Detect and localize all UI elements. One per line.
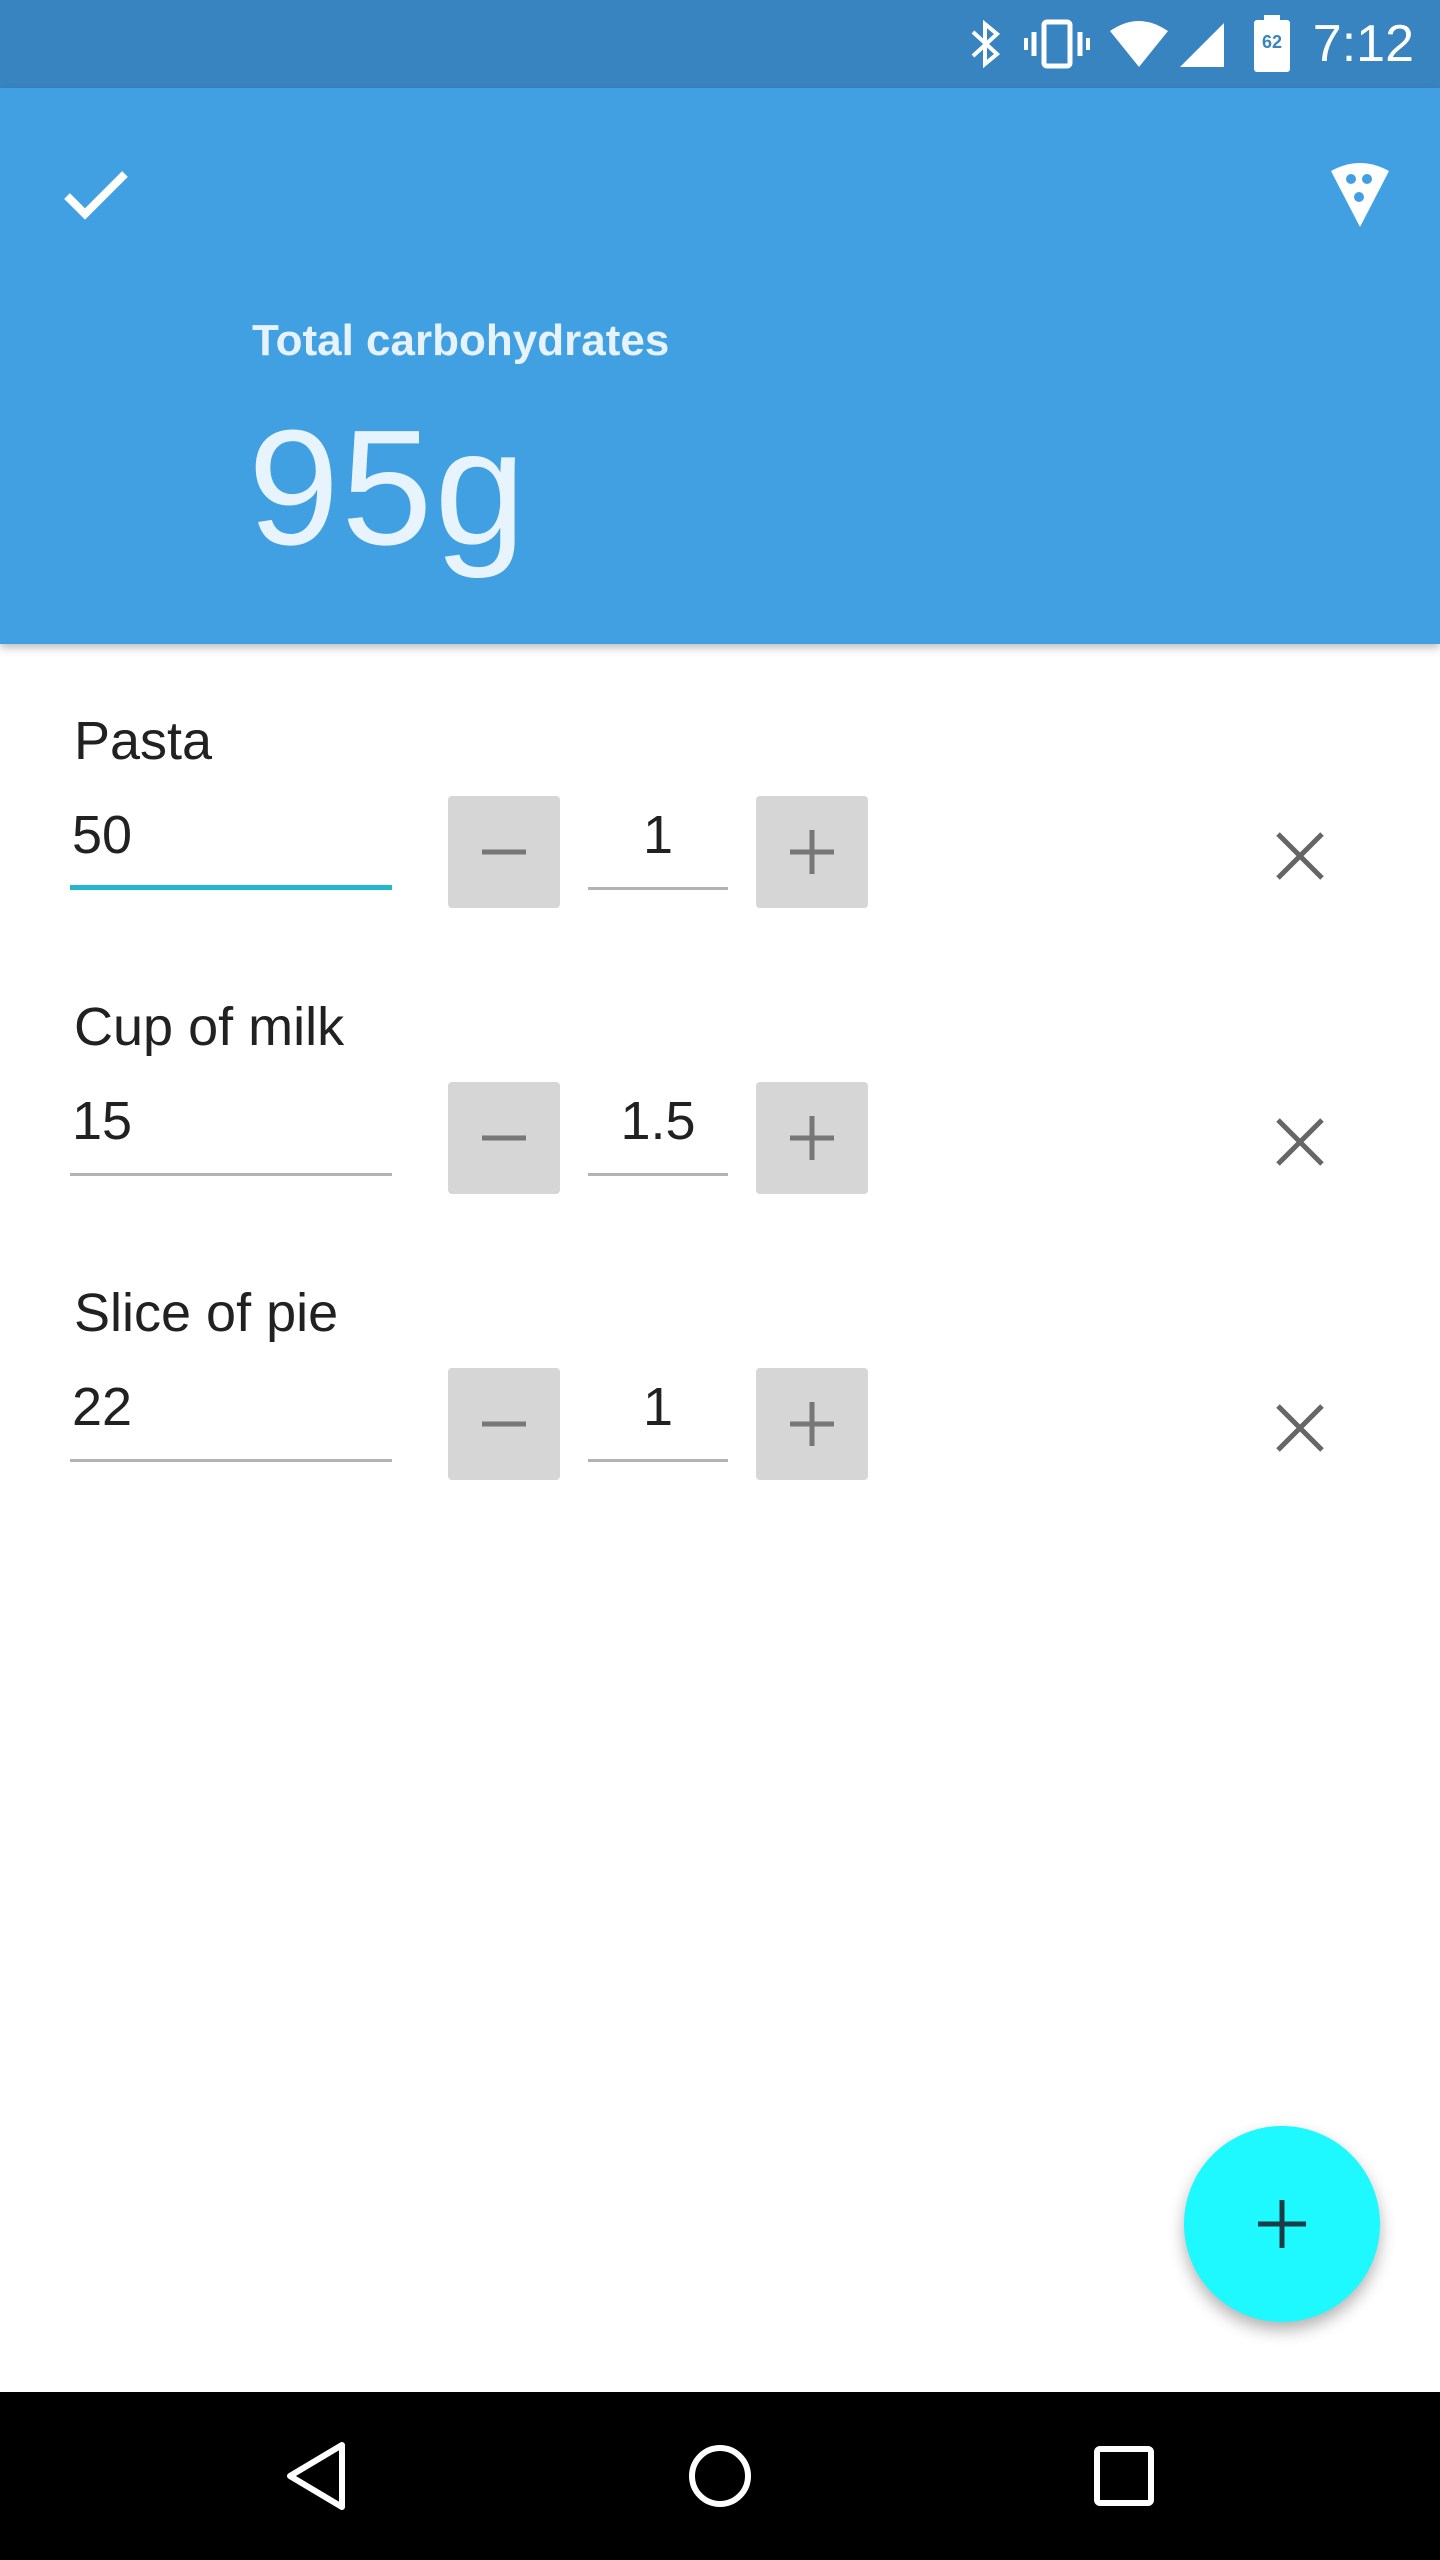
carbs-input[interactable]: 15: [70, 1080, 392, 1176]
close-icon: [1276, 1404, 1324, 1452]
navigation-bar: [0, 2392, 1440, 2560]
food-name: Slice of pie: [74, 1283, 339, 1343]
total-carbs-value: 95g: [248, 396, 528, 579]
increase-quantity-button[interactable]: [756, 1082, 868, 1194]
close-icon: [1276, 832, 1324, 880]
plus-icon: [790, 1402, 834, 1446]
wifi-icon: [1108, 14, 1170, 74]
recents-icon: [1094, 2446, 1154, 2506]
remove-item-button[interactable]: [1256, 1384, 1344, 1472]
total-carbs-label: Total carbohydrates: [252, 316, 670, 365]
status-time: 7:12: [1312, 15, 1414, 73]
quantity-input[interactable]: 1: [588, 1366, 728, 1462]
close-icon: [1276, 1118, 1324, 1166]
minus-icon: [482, 849, 526, 855]
list-item: Pasta 50 1: [0, 644, 1440, 930]
back-icon: [287, 2442, 345, 2510]
decrease-quantity-button[interactable]: [448, 796, 560, 908]
back-button[interactable]: [266, 2426, 366, 2526]
minus-icon: [482, 1421, 526, 1427]
food-name: Cup of milk: [74, 997, 345, 1057]
list-item: Cup of milk 15 1.5: [0, 930, 1440, 1216]
header: Total carbohydrates 95g: [0, 88, 1440, 644]
cell-signal-icon: [1176, 14, 1228, 74]
decrease-quantity-button[interactable]: [448, 1082, 560, 1194]
increase-quantity-button[interactable]: [756, 796, 868, 908]
remove-item-button[interactable]: [1256, 812, 1344, 900]
increase-quantity-button[interactable]: [756, 1368, 868, 1480]
decrease-quantity-button[interactable]: [448, 1368, 560, 1480]
check-icon: [64, 171, 128, 220]
status-bar: 62 7:12: [0, 0, 1440, 88]
minus-icon: [482, 1135, 526, 1141]
add-food-button[interactable]: [1184, 2126, 1380, 2322]
recents-button[interactable]: [1074, 2426, 1174, 2526]
battery-icon: 62: [1252, 14, 1292, 74]
home-icon: [689, 2445, 751, 2507]
food-menu-button[interactable]: [1320, 148, 1400, 238]
quantity-input[interactable]: 1.5: [588, 1080, 728, 1176]
confirm-button[interactable]: [56, 154, 136, 234]
plus-icon: [1258, 2200, 1306, 2248]
bluetooth-icon: [966, 14, 1006, 74]
quantity-input[interactable]: 1: [588, 794, 728, 890]
home-button[interactable]: [670, 2426, 770, 2526]
vibrate-icon: [1024, 14, 1090, 74]
plus-icon: [790, 830, 834, 874]
pizza-slice-icon: [1331, 163, 1389, 227]
battery-level: 62: [1261, 32, 1283, 52]
food-name: Pasta: [74, 711, 213, 771]
plus-icon: [790, 1116, 834, 1160]
carbs-input[interactable]: 22: [70, 1366, 392, 1462]
list-item: Slice of pie 22 1: [0, 1216, 1440, 1502]
carbs-input[interactable]: 50: [70, 794, 392, 890]
remove-item-button[interactable]: [1256, 1098, 1344, 1186]
